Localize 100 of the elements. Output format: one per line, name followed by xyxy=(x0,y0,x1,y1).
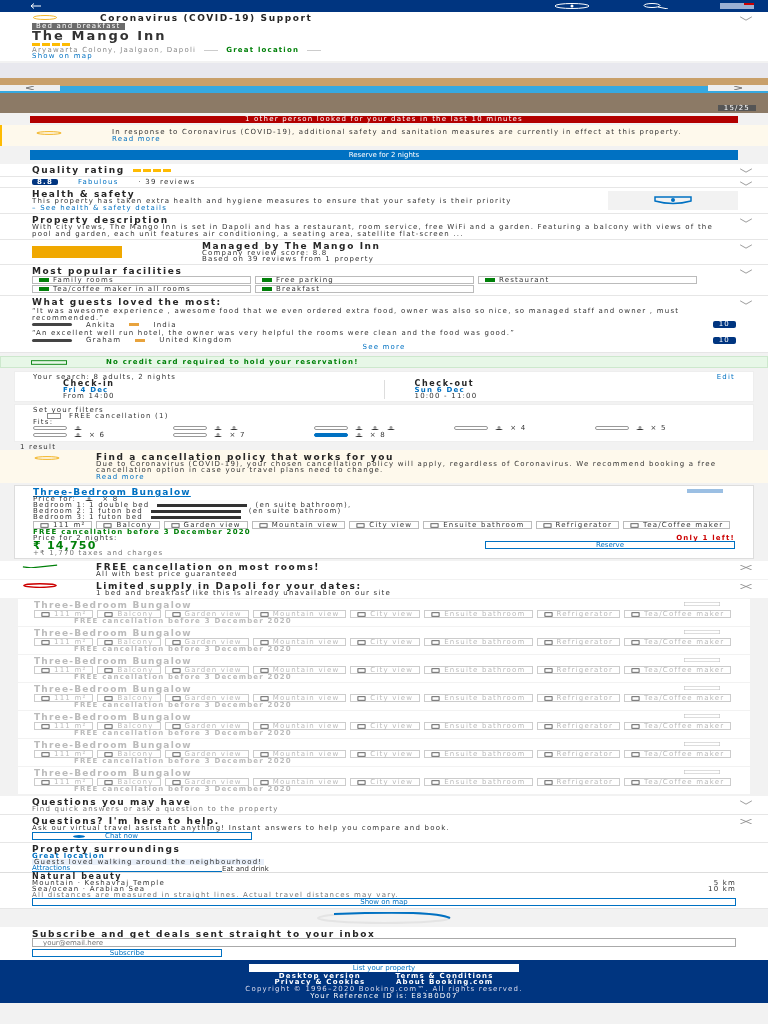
chevron-left-icon[interactable] xyxy=(25,86,35,90)
photo-icon[interactable] xyxy=(684,658,720,662)
amenity-icon xyxy=(40,522,49,528)
person-icon xyxy=(73,433,83,437)
amenity-icon xyxy=(171,667,181,673)
photo-icon[interactable] xyxy=(684,714,720,718)
amenity-icon xyxy=(431,695,441,701)
chevron-icon[interactable] xyxy=(738,244,754,249)
person-icon xyxy=(73,426,83,430)
amenity-icon xyxy=(431,667,441,673)
info-icon xyxy=(36,131,62,135)
chevron-icon[interactable] xyxy=(738,800,754,805)
amenity-icon xyxy=(431,639,441,645)
amenity-icon xyxy=(41,695,50,701)
info-icon xyxy=(30,15,60,20)
check-icon xyxy=(31,359,67,365)
amenity-icon xyxy=(171,779,181,785)
amenity-icon xyxy=(171,611,181,617)
check-icon xyxy=(22,564,58,568)
radio-button[interactable] xyxy=(33,433,67,437)
amenity-icon xyxy=(104,667,114,673)
loading-spinner-icon xyxy=(314,912,454,924)
alert-icon xyxy=(22,583,58,588)
amenity-icon xyxy=(171,723,181,729)
chevron-right-icon[interactable] xyxy=(733,86,743,90)
photo-icon[interactable] xyxy=(684,742,720,746)
amenity-icon xyxy=(41,639,50,645)
search-icon[interactable] xyxy=(640,3,670,9)
next-photo-button[interactable] xyxy=(708,85,768,91)
amenity-icon xyxy=(104,611,114,617)
amenity-icon xyxy=(631,639,640,645)
policy-title: Find a cancellation policy that works for you xyxy=(96,452,395,461)
user-icon[interactable] xyxy=(554,3,590,9)
amenity-icon xyxy=(542,522,552,528)
amenity-icon xyxy=(357,667,367,673)
manager-title: Managed by The Mango Inn xyxy=(202,242,381,250)
flag-icon[interactable] xyxy=(720,3,754,9)
property-name: The Mango Inn xyxy=(32,30,168,41)
section-title: Health & safety xyxy=(32,190,136,198)
amenity-icon xyxy=(104,779,114,785)
chevron-icon[interactable] xyxy=(738,181,754,186)
checkbox[interactable] xyxy=(47,412,61,419)
amenity-icon xyxy=(357,779,367,785)
amenity-icon xyxy=(631,695,640,701)
person-icon xyxy=(213,433,224,437)
radio-button[interactable] xyxy=(594,426,629,430)
chevron-icon[interactable] xyxy=(738,218,754,223)
amenity-icon xyxy=(357,723,367,729)
radio-button[interactable] xyxy=(33,426,67,430)
amenity-icon xyxy=(104,723,114,729)
chevron-icon[interactable] xyxy=(738,16,754,21)
amenity-icon xyxy=(631,667,640,673)
amenity-icon xyxy=(431,751,441,757)
previous-photo-button[interactable] xyxy=(0,85,60,91)
amenity-icon xyxy=(259,667,269,673)
section-title: Quality rating xyxy=(32,166,125,174)
photo-icon[interactable] xyxy=(684,630,720,634)
radio-button[interactable] xyxy=(313,433,348,437)
chevron-icon[interactable] xyxy=(738,168,754,173)
chevron-icon[interactable] xyxy=(738,300,754,305)
amenity-icon xyxy=(543,667,553,673)
amenity-icon xyxy=(104,639,114,645)
bed-icon xyxy=(150,509,241,513)
amenity-icon xyxy=(431,723,441,729)
section-title: Property description xyxy=(32,216,169,224)
back-icon[interactable] xyxy=(30,3,42,9)
perk-title: FREE cancellation on most rooms! xyxy=(96,563,322,571)
amenity-icon xyxy=(356,522,366,528)
assistant-title: Questions? I'm here to help. xyxy=(32,817,220,825)
close-icon[interactable] xyxy=(738,565,754,570)
radio-button[interactable] xyxy=(313,426,348,430)
photo-icon[interactable] xyxy=(684,602,720,606)
amenity-icon xyxy=(259,695,269,701)
shield-icon xyxy=(653,195,693,206)
radio-button[interactable] xyxy=(173,433,208,437)
photo-icon[interactable] xyxy=(684,686,720,690)
amenity-icon xyxy=(258,522,268,528)
close-icon[interactable] xyxy=(738,819,754,824)
person-icon xyxy=(494,426,505,430)
room-name-link[interactable]: Three-Bedroom Bungalow xyxy=(33,488,735,496)
amenity-icon xyxy=(170,522,180,528)
amenity-icon xyxy=(631,611,640,617)
radio-button[interactable] xyxy=(173,426,208,430)
chevron-icon[interactable] xyxy=(738,269,754,274)
amenity-icon xyxy=(259,751,269,757)
amenity-icon xyxy=(543,611,553,617)
amenity-icon xyxy=(630,522,639,528)
radio-button[interactable] xyxy=(454,426,489,430)
amenity-icon xyxy=(631,751,640,757)
person-icon xyxy=(84,497,95,501)
amenity-icon xyxy=(41,723,50,729)
room-price: ₹ 14,750 xyxy=(33,541,97,550)
section-title: What guests loved the most: xyxy=(32,298,223,306)
amenity-icon xyxy=(357,611,367,617)
close-icon[interactable] xyxy=(738,584,754,589)
flag-icon xyxy=(129,323,140,326)
amenity-icon xyxy=(357,751,367,757)
amenity-icon xyxy=(41,611,50,617)
person-icon xyxy=(634,426,645,430)
photo-icon[interactable] xyxy=(684,770,720,774)
